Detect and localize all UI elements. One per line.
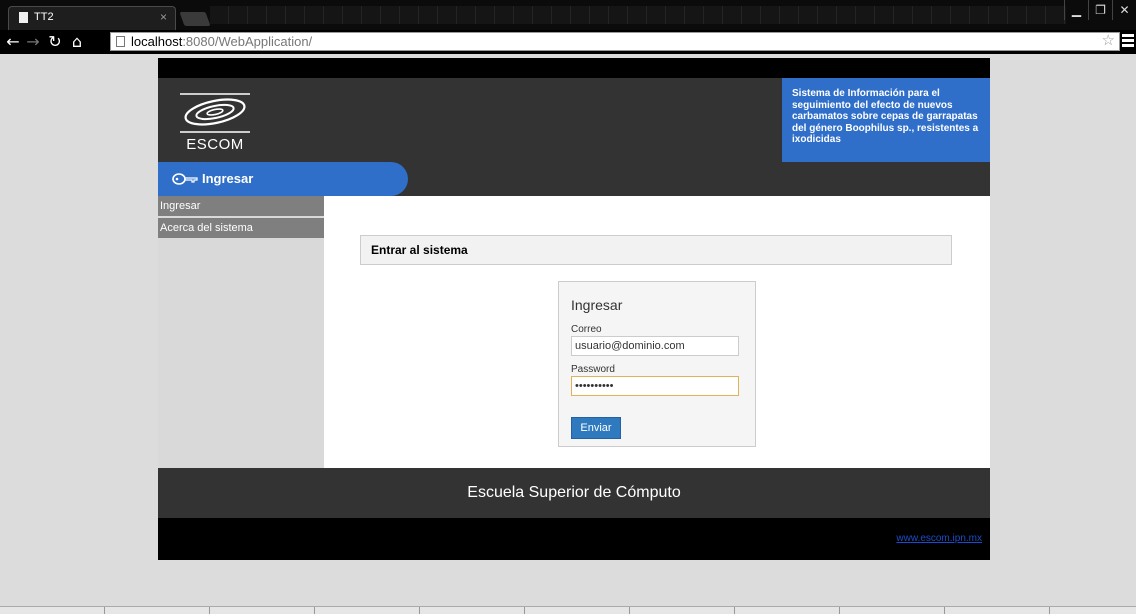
tab-close-icon[interactable]: × [160, 10, 167, 24]
top-black-bar [158, 58, 990, 78]
browser-toolbar: ← → ↻ ⌂ localhost:8080/WebApplication/ ☆ [0, 30, 1136, 54]
footer: Escuela Superior de Cómputo [158, 468, 990, 518]
home-icon[interactable]: ⌂ [68, 32, 86, 52]
system-info-box: Sistema de Información para el seguimien… [782, 78, 990, 162]
bookmark-star-icon[interactable]: ☆ [1102, 31, 1115, 49]
email-label: Correo [571, 324, 602, 335]
sidebar-item-acerca[interactable]: Acerca del sistema [158, 218, 324, 238]
forward-arrow-icon[interactable]: → [24, 32, 42, 52]
password-label: Password [571, 364, 615, 375]
taskbar-strip [0, 606, 1136, 614]
nav-strip: Ingresar [158, 162, 990, 196]
sidebar-item-ingresar[interactable]: Ingresar [158, 196, 324, 216]
menu-icon[interactable] [1122, 34, 1134, 48]
close-window-button[interactable]: ✕ [1112, 0, 1136, 20]
tab-title: TT2 [34, 11, 54, 23]
nav-ingresar-tab[interactable]: Ingresar [158, 162, 408, 196]
browser-titlebar: TT2 × ▁ ❐ ✕ [0, 0, 1136, 30]
section-title: Entrar al sistema [360, 235, 952, 265]
bottom-bar: www.escom.ipn.mx [158, 518, 990, 560]
main-content: Entrar al sistema Ingresar Correo Passwo… [324, 196, 990, 468]
address-bar[interactable]: localhost:8080/WebApplication/ ☆ [110, 31, 1120, 51]
login-form: Ingresar Correo Password Enviar [558, 281, 756, 447]
site-header: ESCOM Sistema de Información para el seg… [158, 78, 990, 162]
back-arrow-icon[interactable]: ← [4, 32, 22, 52]
password-field[interactable] [571, 376, 739, 396]
email-field[interactable] [571, 336, 739, 356]
submit-button[interactable]: Enviar [571, 417, 621, 439]
maximize-button[interactable]: ❐ [1088, 0, 1112, 20]
url-text: localhost:8080/WebApplication/ [131, 34, 312, 49]
minimize-button[interactable]: ▁ [1064, 0, 1088, 20]
login-title: Ingresar [571, 297, 623, 313]
page-icon [19, 12, 28, 23]
reload-icon[interactable]: ↻ [46, 32, 64, 52]
nav-ingresar-label: Ingresar [202, 171, 254, 186]
page-container: ESCOM Sistema de Información para el seg… [158, 58, 990, 560]
page-icon [116, 36, 125, 47]
window-controls: ▁ ❐ ✕ [1064, 0, 1136, 20]
url-host: localhost [131, 34, 183, 49]
key-icon [172, 173, 198, 185]
url-path: :8080/WebApplication/ [182, 34, 313, 49]
titlebar-background [210, 6, 1066, 24]
browser-tab[interactable]: TT2 × [8, 6, 176, 30]
logo-text: ESCOM [186, 136, 244, 153]
sidebar: Ingresar Acerca del sistema [158, 196, 324, 468]
page-body: Ingresar Acerca del sistema Entrar al si… [158, 196, 990, 468]
escom-website-link[interactable]: www.escom.ipn.mx [896, 533, 982, 544]
new-tab-button[interactable] [179, 12, 211, 26]
